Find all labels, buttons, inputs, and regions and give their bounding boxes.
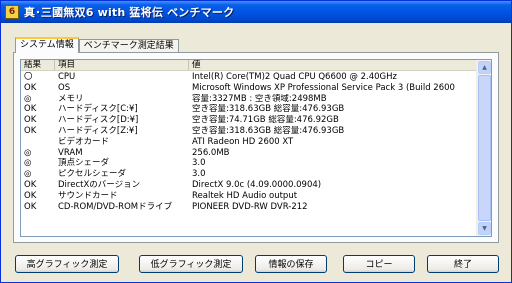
table-row[interactable]: ◎ VRAM 256.0MB [21,148,477,159]
value-cell: PIONEER DVD-RW DVR-212 [192,201,308,212]
list-header: 結果 項目 値 [21,60,491,71]
value-cell: DirectX 9.0c (4.09.0000.0904) [192,179,322,190]
vertical-scrollbar[interactable]: ▲ ▼ [476,60,491,236]
system-info-list[interactable]: 結果 項目 値 〇 CPU Intel(R) Core(TM)2 Quad CPU … [20,59,492,237]
item-cell: DirectXのバージョン [58,179,141,190]
scrollbar-thumb[interactable] [478,75,491,221]
column-header-value[interactable]: 値 [189,60,477,70]
table-row[interactable]: OK CD-ROM/DVD-ROMドライブ PIONEER DVD-RW DVR-2… [21,202,477,213]
table-row[interactable]: OK DirectXのバージョン DirectX 9.0c (4.09.0000.0… [21,180,477,191]
table-row[interactable]: OK ハードディスク[C:¥] 空き容量:318.63GB 総容量:476.93GB [21,104,477,115]
scroll-down-arrow-icon[interactable]: ▼ [478,222,491,235]
item-cell: VRAM [58,147,83,158]
status-cell: OK [24,201,37,212]
item-cell: メモリ [58,93,84,104]
high-graphics-benchmark-button[interactable]: 高グラフィック測定 [15,255,119,273]
value-cell: 3.0 [192,169,206,180]
value-cell: 空き容量:74.71GB 総容量:476.92GB [192,115,339,126]
item-cell: 頂点シェーダ [58,158,110,169]
column-header-status[interactable]: 結果 [21,60,55,70]
status-cell: OK [24,115,37,126]
tab-system-info[interactable]: システム情報 [15,37,79,53]
item-cell: ビデオカード [58,136,110,147]
item-cell: CD-ROM/DVD-ROMドライブ [58,201,173,212]
value-cell: 256.0MB [192,147,230,158]
title-bar[interactable]: 6 真･三國無双6 with 猛将伝 ベンチマーク [1,1,511,23]
table-row[interactable]: OK OS Microsoft Windows XP Professional Se… [21,83,477,94]
table-row[interactable]: ビデオカード ATI Radeon HD 2600 XT [21,137,477,148]
status-cell: ◎ [24,158,32,169]
scroll-up-arrow-icon[interactable]: ▲ [478,61,491,74]
status-cell: ◎ [24,147,32,158]
status-cell: 〇 [24,72,33,82]
status-cell: OK [24,125,37,136]
table-row[interactable]: ◎ ピクセルシェーダ 3.0 [21,169,477,180]
app-icon: 6 [5,5,19,19]
value-cell: 容量:3327MB : 空き領域:2498MB [192,93,327,104]
copy-button[interactable]: コピー [343,255,415,273]
item-cell: ハードディスク[C:¥] [58,104,138,115]
value-cell: Microsoft Windows XP Professional Servic… [192,82,455,93]
column-header-item[interactable]: 項目 [55,60,189,70]
status-cell: ◎ [24,93,32,104]
window-title: 真･三國無双6 with 猛将伝 ベンチマーク [24,6,235,19]
tab-strip: システム情報 ベンチマーク測定結果 [15,37,179,53]
status-cell: OK [24,82,37,93]
status-cell: OK [24,190,37,201]
tab-benchmark-results[interactable]: ベンチマーク測定結果 [78,39,179,53]
item-cell: ハードディスク[Z:¥] [58,125,138,136]
item-cell: サウンドカード [58,190,118,201]
list-body: 〇 CPU Intel(R) Core(TM)2 Quad CPU Q6600 @ … [21,72,477,236]
value-cell: Intel(R) Core(TM)2 Quad CPU Q6600 @ 2.40… [192,72,397,82]
value-cell: 空き容量:318.63GB 総容量:476.93GB [192,104,345,115]
benchmark-window: 6 真･三國無双6 with 猛将伝 ベンチマーク システム情報 ベンチマーク測… [0,0,512,283]
table-row[interactable]: OK ハードディスク[D:¥] 空き容量:74.71GB 総容量:476.92GB [21,115,477,126]
value-cell: Realtek HD Audio output [192,190,298,201]
status-cell: ◎ [24,169,32,180]
table-row[interactable]: 〇 CPU Intel(R) Core(TM)2 Quad CPU Q6600 @ … [21,72,477,83]
table-row[interactable]: OK サウンドカード Realtek HD Audio output [21,191,477,202]
table-row[interactable]: ◎ 頂点シェーダ 3.0 [21,158,477,169]
table-row[interactable]: ◎ メモリ 容量:3327MB : 空き領域:2498MB [21,94,477,105]
exit-button[interactable]: 終了 [427,255,499,273]
item-cell: ピクセルシェーダ [58,169,127,180]
tab-panel: 結果 項目 値 〇 CPU Intel(R) Core(TM)2 Quad CPU … [13,52,499,243]
value-cell: ATI Radeon HD 2600 XT [192,136,294,147]
item-cell: ハードディスク[D:¥] [58,115,139,126]
item-cell: CPU [58,72,76,82]
status-cell: OK [24,104,37,115]
value-cell: 3.0 [192,158,206,169]
table-row[interactable]: OK ハードディスク[Z:¥] 空き容量:318.63GB 総容量:476.93GB [21,126,477,137]
low-graphics-benchmark-button[interactable]: 低グラフィック測定 [139,255,243,273]
item-cell: OS [58,82,71,93]
status-cell: OK [24,179,37,190]
value-cell: 空き容量:318.63GB 総容量:476.93GB [192,125,345,136]
save-info-button[interactable]: 情報の保存 [255,255,327,273]
status-cell [21,137,55,148]
